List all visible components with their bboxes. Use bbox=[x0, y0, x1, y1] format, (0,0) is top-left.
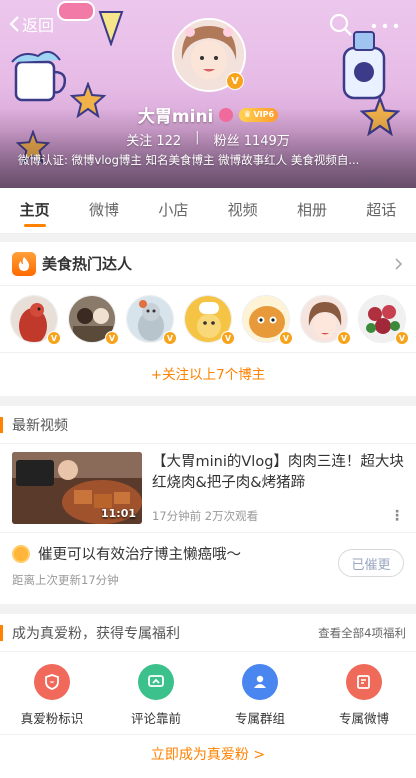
chevron-right-icon bbox=[395, 257, 403, 270]
benefit-label: 真爱粉标识 bbox=[20, 711, 84, 726]
fan-benefits-title: 成为真爱粉，获得专属福利 bbox=[12, 625, 180, 642]
tab-albums[interactable]: 相册 bbox=[277, 188, 346, 233]
video-more-icon[interactable]: ⋮ bbox=[390, 508, 404, 524]
profile-avatar[interactable]: V bbox=[172, 18, 246, 92]
name-row: 大胃mini ♛ VIP6 bbox=[0, 102, 416, 127]
benefit-comment-top[interactable]: 评论靠前 bbox=[104, 652, 208, 734]
food-experts-header[interactable]: 美食热门达人 bbox=[0, 242, 416, 286]
view-all-benefits-link[interactable]: 查看全部4项福利 bbox=[318, 625, 406, 641]
following-stat[interactable]: 关注 122 bbox=[126, 130, 181, 149]
crown-icon: ♛ bbox=[243, 109, 252, 120]
tab-home[interactable]: 主页 bbox=[0, 188, 69, 233]
fan-badge-icon bbox=[34, 664, 70, 700]
comment-top-icon bbox=[138, 664, 174, 700]
followers-count: 1149万 bbox=[243, 134, 290, 149]
expert-avatar-1[interactable]: V bbox=[10, 295, 61, 345]
following-count: 122 bbox=[156, 134, 182, 149]
search-icon[interactable] bbox=[328, 12, 354, 38]
fire-icon bbox=[12, 251, 36, 276]
fan-benefits-card: 成为真爱粉，获得专属福利 查看全部4项福利 真爱粉标识 评论靠前 专属群组 专属… bbox=[0, 614, 416, 778]
vip-label: VIP6 bbox=[253, 110, 275, 119]
tab-videos[interactable]: 视频 bbox=[208, 188, 277, 233]
tab-supertopic[interactable]: 超话 bbox=[347, 188, 416, 233]
benefit-exclusive-weibo[interactable]: 专属微博 bbox=[312, 652, 416, 734]
verified-icon: V bbox=[163, 331, 177, 345]
expert-avatar-6[interactable]: V bbox=[300, 295, 351, 345]
benefit-fan-badge[interactable]: 真爱粉标识 bbox=[0, 652, 104, 734]
verified-icon: V bbox=[337, 331, 351, 345]
expert-avatar-4[interactable]: V bbox=[184, 295, 235, 345]
verified-icon: V bbox=[47, 331, 61, 345]
food-experts-card: 美食热门达人 V V V V V V V +关注以上7个博主 bbox=[0, 242, 416, 396]
alarm-clock-icon bbox=[12, 544, 30, 563]
more-options-icon[interactable] bbox=[368, 12, 402, 38]
video-thumbnail[interactable]: 11:01 bbox=[12, 452, 142, 524]
follow-all-button[interactable]: +关注以上7个博主 bbox=[0, 352, 416, 392]
stats-row: 关注 122 | 粉丝 1149万 bbox=[0, 130, 416, 149]
urged-button[interactable]: 已催更 bbox=[338, 549, 404, 577]
profile-header: 返回 V 大胃mini ♛ VIP6 关注 122 | 粉丝 1149万 微博认… bbox=[0, 0, 416, 188]
video-meta: 17分钟前 2万次观看 bbox=[152, 509, 259, 523]
video-info: 【大胃mini的Vlog】肉肉三连！超大块红烧肉&把子肉&烤猪蹄 17分钟前 2… bbox=[152, 452, 404, 524]
exclusive-weibo-icon bbox=[346, 664, 382, 700]
profile-tabs: 主页 微博 小店 视频 相册 超话 bbox=[0, 188, 416, 234]
verified-icon: V bbox=[221, 331, 235, 345]
video-item[interactable]: 11:01 【大胃mini的Vlog】肉肉三连！超大块红烧肉&把子肉&烤猪蹄 1… bbox=[0, 444, 416, 532]
back-button[interactable]: 返回 bbox=[8, 12, 54, 36]
food-experts-title: 美食热门达人 bbox=[42, 255, 133, 273]
female-gender-icon bbox=[219, 107, 234, 122]
following-label: 关注 bbox=[126, 134, 153, 149]
verified-icon: V bbox=[279, 331, 293, 345]
expert-avatar-5[interactable]: V bbox=[242, 295, 293, 345]
verified-icon: V bbox=[105, 331, 119, 345]
chevron-left-icon bbox=[9, 16, 19, 32]
vip-badge[interactable]: ♛ VIP6 bbox=[239, 107, 279, 122]
benefit-label: 专属微博 bbox=[338, 711, 389, 726]
verified-icon: V bbox=[395, 331, 409, 345]
video-duration: 11:01 bbox=[100, 507, 136, 520]
become-true-fan-button[interactable]: 立即成为真爱粉 > bbox=[0, 734, 416, 772]
benefit-exclusive-group[interactable]: 专属群组 bbox=[208, 652, 312, 734]
expert-avatar-3[interactable]: V bbox=[126, 295, 177, 345]
urge-text: 催更可以有效治疗博主懒癌哦～ bbox=[38, 547, 241, 563]
latest-videos-title: 最新视频 bbox=[0, 406, 416, 444]
expert-avatar-2[interactable]: V bbox=[68, 295, 119, 345]
fan-benefits-header: 成为真爱粉，获得专属福利 查看全部4项福利 bbox=[0, 614, 416, 652]
profile-name: 大胃mini bbox=[137, 107, 214, 127]
followers-stat[interactable]: 粉丝 1149万 bbox=[214, 130, 290, 149]
benefits-row: 真爱粉标识 评论靠前 专属群组 专属微博 bbox=[0, 652, 416, 734]
benefit-label: 评论靠前 bbox=[130, 711, 181, 726]
tab-shop[interactable]: 小店 bbox=[139, 188, 208, 233]
video-title[interactable]: 【大胃mini的Vlog】肉肉三连！超大块红烧肉&把子肉&烤猪蹄 bbox=[152, 452, 404, 494]
expert-avatars: V V V V V V V bbox=[0, 286, 416, 352]
verified-icon: V bbox=[226, 72, 244, 90]
latest-videos-card: 最新视频 11:01 【大胃mini的Vlog】肉肉三连！超大块红烧肉&把子肉&… bbox=[0, 406, 416, 604]
expert-avatar-7[interactable]: V bbox=[358, 295, 409, 345]
urge-update-row: 催更可以有效治疗博主懒癌哦～ 距离上次更新17分钟 已催更 bbox=[0, 532, 416, 596]
stats-divider: | bbox=[195, 130, 200, 145]
tab-weibo[interactable]: 微博 bbox=[69, 188, 138, 233]
certification-text: 微博认证: 微博vlog博主 知名美食博主 微博故事红人 美食视频自... bbox=[18, 153, 360, 167]
followers-label: 粉丝 bbox=[213, 134, 240, 149]
benefit-label: 专属群组 bbox=[234, 711, 285, 726]
group-icon bbox=[242, 664, 278, 700]
back-label: 返回 bbox=[22, 16, 55, 35]
